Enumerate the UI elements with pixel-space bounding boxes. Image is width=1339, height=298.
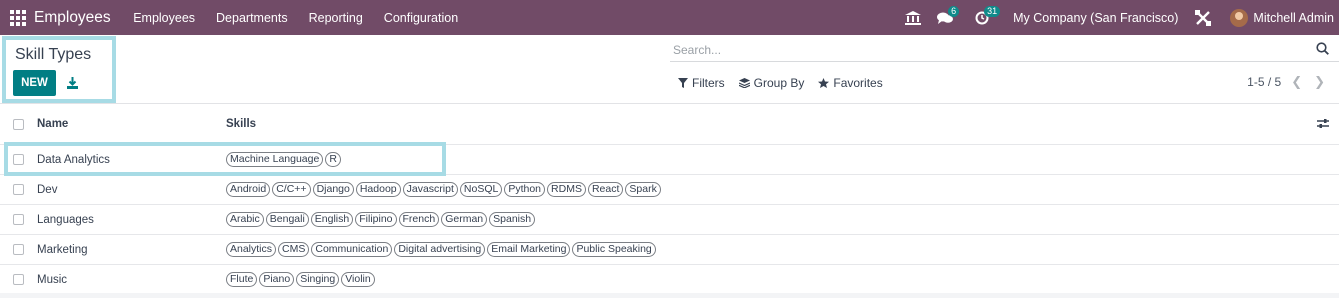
page-title: Skill Types (15, 46, 92, 63)
user-menu[interactable]: Mitchell Admin (1230, 8, 1334, 27)
pager: 1-5 / 5 ❮ ❯ (1247, 74, 1325, 90)
skill-tag: C/C++ (272, 182, 311, 197)
skill-type-name: Data Analytics (37, 153, 110, 166)
skill-tag: Django (312, 182, 354, 197)
table-header: Name Skills (0, 104, 1339, 145)
layers-icon (738, 78, 750, 88)
pager-value[interactable]: 1-5 / 5 (1247, 75, 1281, 89)
search-bar (670, 40, 1339, 62)
messages-badge: 6 (948, 6, 960, 17)
avatar (1230, 8, 1249, 27)
skill-tag: Public Speaking (572, 242, 656, 257)
table-row[interactable]: Data Analytics Machine Language R (0, 145, 1339, 175)
funnel-icon (678, 78, 688, 88)
debug-tools-icon[interactable] (1188, 0, 1218, 35)
chevron-right-icon[interactable]: ❯ (1314, 74, 1325, 90)
skills-tags: Analytics CMS Communication Digital adverti… (226, 242, 656, 257)
row-checkbox[interactable] (13, 154, 24, 165)
filters-label: Filters (692, 76, 725, 90)
new-button[interactable]: NEW (13, 70, 56, 96)
skill-tag: Machine Language (226, 152, 324, 167)
skill-tag: React (587, 182, 624, 197)
main-menu: Employees Departments Reporting Configur… (123, 11, 469, 25)
star-icon (818, 78, 830, 88)
skill-tag: German (441, 212, 488, 227)
menu-reporting[interactable]: Reporting (298, 11, 373, 25)
search-options: Filters Group By Favorites (678, 76, 883, 90)
column-header-name[interactable]: Name (37, 118, 68, 130)
skill-tag: NoSQL (459, 182, 503, 197)
skill-tag: CMS (278, 242, 310, 257)
download-icon[interactable] (64, 75, 80, 91)
skill-tag: Arabic (226, 212, 264, 227)
search-icon[interactable] (1316, 42, 1329, 60)
skill-tag: Analytics (226, 242, 277, 257)
menu-departments[interactable]: Departments (206, 11, 299, 25)
bank-icon[interactable] (899, 0, 927, 35)
skill-type-name: Languages (37, 213, 94, 226)
skill-type-name: Music (37, 273, 68, 286)
skill-tag: Javascript (402, 182, 458, 197)
table-row[interactable]: Dev Android C/C++ Django Hadoop Javascript NoS… (0, 175, 1339, 205)
row-checkbox[interactable] (13, 214, 24, 225)
skill-tag: Flute (226, 272, 258, 287)
top-navbar: Employees Employees Departments Reportin… (0, 0, 1339, 35)
skill-tag: Piano (259, 272, 295, 287)
row-checkbox[interactable] (13, 274, 24, 285)
skills-tags: Machine Language R (226, 152, 341, 167)
skill-tag: Violin (341, 272, 375, 287)
skill-tag: Android (226, 182, 271, 197)
app-brand[interactable]: Employees (34, 9, 111, 27)
favorites-button[interactable]: Favorites (818, 76, 883, 90)
company-switcher[interactable]: My Company (San Francisco) (1013, 11, 1178, 25)
skill-tag: Singing (296, 272, 340, 287)
skill-tag: English (310, 212, 354, 227)
table-body: Data Analytics Machine Language R Dev Androi… (0, 145, 1339, 295)
optional-columns-icon[interactable] (1317, 118, 1329, 132)
filters-button[interactable]: Filters (678, 76, 725, 90)
control-panel-left: Skill Types NEW (2, 36, 116, 103)
activities-button[interactable]: 31 (963, 0, 1001, 35)
group-by-button[interactable]: Group By (738, 76, 805, 90)
messages-button[interactable]: 6 (927, 0, 963, 35)
menu-configuration[interactable]: Configuration (373, 11, 468, 25)
table-row[interactable]: Marketing Analytics CMS Communication Digita… (0, 235, 1339, 265)
table-row[interactable]: Languages Arabic Bengali English Filipino Fre… (0, 205, 1339, 235)
skill-tag: RDMS (547, 182, 586, 197)
chevron-left-icon[interactable]: ❮ (1291, 74, 1302, 90)
column-header-skills[interactable]: Skills (226, 118, 256, 130)
skill-type-name: Marketing (37, 243, 88, 256)
skill-tag: Communication (311, 242, 393, 257)
table-footer (0, 293, 1339, 298)
search-input[interactable] (670, 40, 1290, 60)
skills-tags: Flute Piano Singing Violin (226, 272, 375, 287)
favorites-label: Favorites (833, 76, 883, 90)
apps-menu-icon[interactable] (10, 9, 26, 26)
activities-badge: 31 (984, 6, 1001, 17)
menu-employees[interactable]: Employees (123, 11, 206, 25)
skill-type-name: Dev (37, 183, 58, 196)
skill-tag: Filipino (355, 212, 397, 227)
skill-tag: Email Marketing (487, 242, 571, 257)
skill-tag: R (325, 152, 341, 167)
navbar-systray: 6 31 My Company (San Francisco) Mitchell… (899, 0, 1339, 35)
skill-tag: Bengali (265, 212, 309, 227)
skill-types-table: Name Skills Data Analytics Machine Langua… (0, 103, 1339, 295)
skill-tag: Spanish (489, 212, 536, 227)
skill-tag: Spark (625, 182, 661, 197)
row-checkbox[interactable] (13, 184, 24, 195)
skill-tag: Hadoop (355, 182, 401, 197)
skill-tag: Python (504, 182, 546, 197)
skill-tag: Digital advertising (394, 242, 486, 257)
skill-tag: French (398, 212, 440, 227)
table-row[interactable]: Music Flute Piano Singing Violin (0, 265, 1339, 295)
user-name: Mitchell Admin (1253, 10, 1334, 25)
select-all-checkbox[interactable] (13, 118, 24, 130)
row-checkbox[interactable] (13, 244, 24, 255)
skills-tags: Android C/C++ Django Hadoop Javascript NoSQL P… (226, 182, 661, 197)
group-by-label: Group By (753, 76, 805, 90)
skills-tags: Arabic Bengali English Filipino French German… (226, 212, 536, 227)
